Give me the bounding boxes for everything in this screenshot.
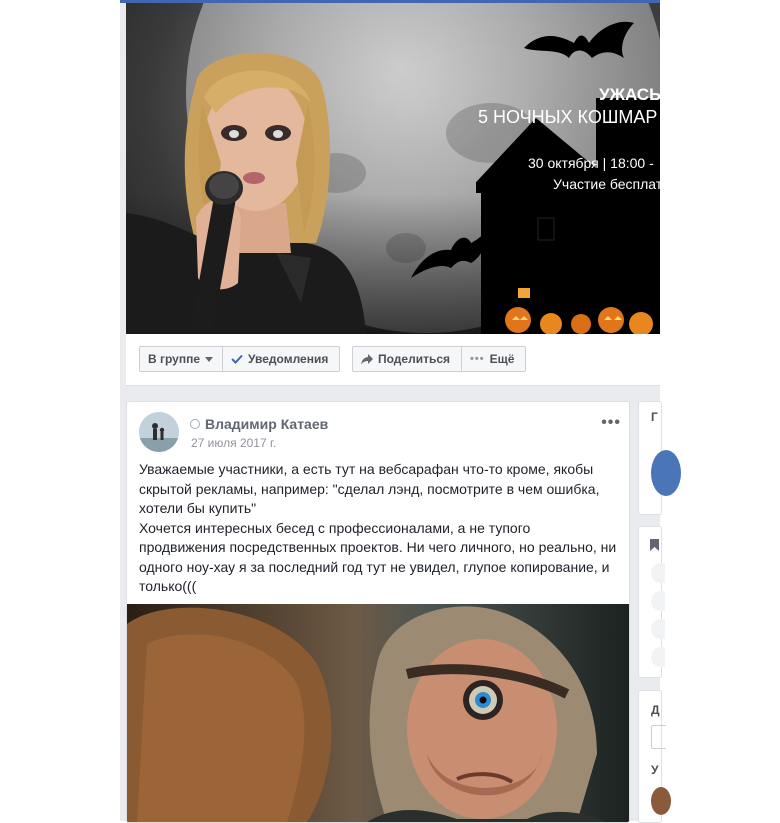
post-paragraph: Хочется интересных бесед с профессионала… — [139, 519, 617, 595]
sidebar-pill[interactable] — [651, 563, 665, 583]
sidebar-pill[interactable] — [651, 647, 665, 667]
bat-icon — [524, 21, 634, 59]
post-text: Уважаемые участники, а есть тут на вебса… — [139, 460, 619, 597]
verified-icon — [190, 419, 200, 429]
sidebar-heading: У — [651, 763, 659, 777]
sidebar-heading: Г — [651, 410, 658, 424]
share-arrow-icon — [361, 353, 373, 364]
author-name: Владимир Катаев — [205, 416, 329, 432]
speaker-photo — [126, 52, 366, 334]
haunted-house-illustration — [476, 98, 660, 334]
bat-icon — [411, 218, 496, 278]
sidebar-card: Г — [638, 401, 681, 515]
sidebar-avatar[interactable] — [651, 787, 671, 815]
in-group-label: В группе — [148, 352, 201, 366]
notifications-label: Уведомления — [248, 352, 329, 366]
share-label: Поделиться — [378, 352, 451, 366]
author-avatar[interactable] — [139, 412, 179, 452]
feed-post: Владимир Катаев 27 июля 2017 г. ••• Уваж… — [126, 401, 630, 823]
check-icon — [231, 354, 243, 364]
post-date-link[interactable]: 27 июля 2017 г. — [191, 436, 276, 450]
sidebar-avatar[interactable] — [651, 450, 681, 496]
cover-photo[interactable]: УЖАСЫ 5 НОЧНЫХ КОШМАР 30 октября | 18:00… — [126, 3, 660, 334]
event-date: 30 октября | 18:00 - — [528, 155, 654, 171]
avatar-image — [139, 412, 179, 452]
event-participation: Участие бесплат — [553, 176, 660, 192]
post-image[interactable] — [127, 604, 629, 822]
post-paragraph: Уважаемые участники, а есть тут на вебса… — [139, 461, 600, 516]
more-label: Ещё — [489, 352, 515, 366]
event-title: УЖАСЫ — [599, 85, 660, 104]
sidebar-heading: Д — [651, 703, 660, 717]
sidebar-pill[interactable] — [651, 619, 665, 639]
post-photo — [127, 604, 629, 822]
sidebar-pill[interactable] — [651, 591, 665, 611]
sidebar-card — [638, 526, 665, 678]
in-group-button[interactable]: В группе — [139, 346, 223, 372]
sidebar-input[interactable] — [651, 725, 666, 749]
author-name-link[interactable]: Владимир Катаев — [190, 416, 328, 432]
sidebar-card: Д У — [638, 690, 671, 823]
event-subtitle: 5 НОЧНЫХ КОШМАР — [478, 107, 658, 127]
caret-down-icon — [205, 356, 214, 362]
more-button[interactable]: ••• Ещё — [461, 346, 526, 372]
post-options-button[interactable]: ••• — [601, 414, 621, 432]
notifications-button[interactable]: Уведомления — [222, 346, 340, 372]
tag-icon — [650, 539, 659, 551]
share-button[interactable]: Поделиться — [352, 346, 462, 372]
group-header-card: УЖАСЫ 5 НОЧНЫХ КОШМАР 30 октября | 18:00… — [126, 3, 660, 386]
more-dots-icon: ••• — [470, 353, 485, 365]
